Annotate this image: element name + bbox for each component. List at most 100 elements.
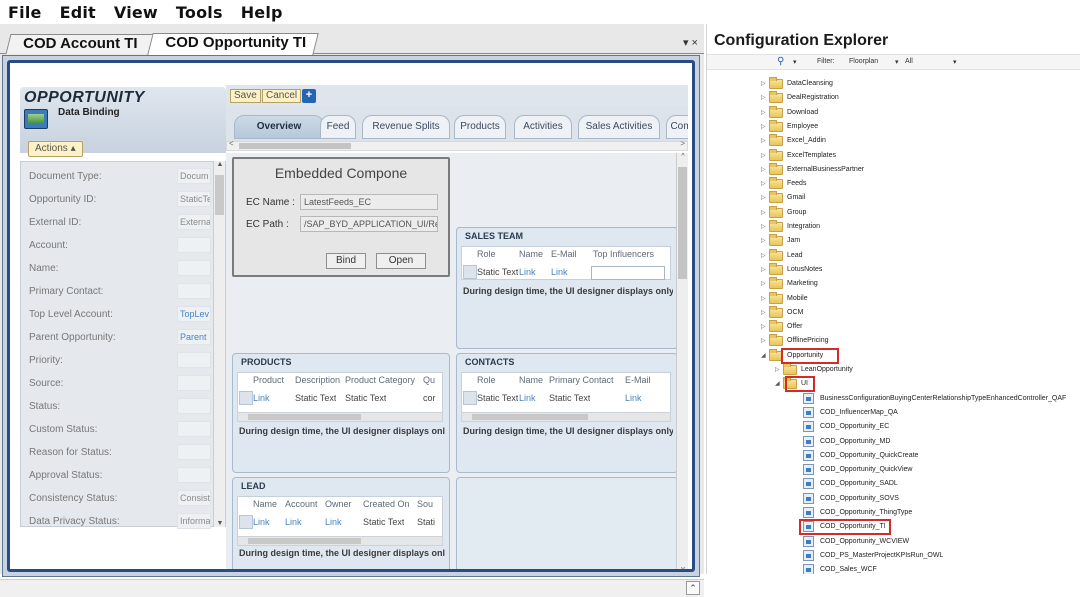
scroll-thumb[interactable]: [248, 414, 361, 420]
menu-edit[interactable]: Edit: [60, 3, 96, 22]
add-button[interactable]: +: [302, 89, 316, 103]
tree-file[interactable]: COD_Opportunity_ThingType: [803, 507, 912, 520]
tree-folder[interactable]: ▷ Lead: [761, 248, 803, 263]
column-header[interactable]: Account: [285, 499, 318, 513]
search-icon[interactable]: ⚲: [777, 56, 784, 67]
field-value[interactable]: [177, 237, 211, 253]
tree-folder[interactable]: ▷ Mobile: [761, 291, 808, 306]
menu-view[interactable]: View: [114, 3, 158, 22]
expand-right-icon[interactable]: ▷: [761, 192, 769, 204]
chevron-down-icon[interactable]: ▾: [895, 58, 899, 66]
scroll-thumb[interactable]: [472, 414, 588, 420]
cell-link[interactable]: Link: [625, 393, 642, 409]
actions-button[interactable]: Actions ▴: [28, 141, 83, 157]
expand-right-icon[interactable]: ▷: [761, 207, 769, 219]
row-selector[interactable]: [463, 391, 477, 405]
tab-sales-activities[interactable]: Sales Activities: [578, 115, 660, 139]
grid-scrollbar[interactable]: [237, 536, 443, 546]
ec-name-field[interactable]: LatestFeeds_EC: [300, 194, 438, 210]
tree-folder[interactable]: ▷ LeanOpportunity: [775, 363, 853, 377]
tree-folder[interactable]: ▷ Feeds: [761, 177, 806, 191]
field-value[interactable]: Externa: [177, 214, 211, 230]
data-binding-icon[interactable]: [24, 109, 48, 129]
tree-folder[interactable]: ▷ DealRegistration: [761, 91, 839, 105]
tab-feed[interactable]: Feed: [320, 115, 356, 139]
tab-cod-account-ti[interactable]: COD Account TI: [5, 34, 157, 54]
tree-folder[interactable]: ▷ LotusNotes: [761, 262, 822, 277]
expand-right-icon[interactable]: ▷: [761, 264, 769, 276]
filter-select[interactable]: Floorplan: [849, 58, 878, 65]
grid-scrollbar[interactable]: [237, 412, 443, 422]
menu-help[interactable]: Help: [241, 3, 283, 22]
tree-file[interactable]: COD_Opportunity_QuickCreate: [803, 449, 918, 463]
column-header[interactable]: Name: [519, 249, 543, 263]
field-value[interactable]: [177, 444, 211, 460]
column-header[interactable]: Product Category: [345, 375, 415, 389]
tree-folder[interactable]: ▷ Excel_Addin: [761, 134, 826, 148]
tree-folder[interactable]: ▷ Integration: [761, 220, 820, 234]
tab-com[interactable]: Com: [666, 115, 688, 139]
expand-right-icon[interactable]: ▷: [761, 121, 769, 133]
cell-link[interactable]: Link: [285, 517, 302, 533]
column-header[interactable]: Role: [477, 249, 496, 263]
field-value[interactable]: TopLev: [177, 306, 211, 322]
tree-folder[interactable]: ▷ Offer: [761, 320, 802, 334]
column-header[interactable]: Qu: [423, 375, 435, 389]
expand-right-icon[interactable]: ▷: [761, 78, 769, 90]
expand-right-icon[interactable]: ▷: [761, 250, 769, 262]
field-value[interactable]: [177, 283, 211, 299]
row-selector[interactable]: [239, 515, 253, 529]
expand-right-icon[interactable]: ▷: [775, 364, 783, 376]
tab-products[interactable]: Products: [454, 115, 506, 139]
field-value[interactable]: StaticTe: [177, 191, 211, 207]
tree-folder[interactable]: ▷ Jam: [761, 234, 800, 248]
expand-right-icon[interactable]: ▷: [761, 135, 769, 147]
expand-right-icon[interactable]: ▷: [761, 278, 769, 290]
tab-cod-opportunity-ti[interactable]: COD Opportunity TI: [147, 33, 319, 55]
field-value[interactable]: Parent: [177, 329, 211, 345]
tree-folder[interactable]: ▷ DataCleansing: [761, 77, 833, 91]
filter-all-select[interactable]: All: [905, 58, 913, 65]
scroll-thumb[interactable]: [248, 538, 361, 544]
save-button[interactable]: Save: [230, 89, 261, 103]
scroll-right-icon[interactable]: >: [680, 139, 685, 148]
cell-link[interactable]: Link: [253, 393, 270, 409]
tree-folder[interactable]: ▷ Gmail: [761, 191, 805, 205]
column-header[interactable]: Top Influencers: [593, 249, 654, 263]
ec-path-field[interactable]: /SAP_BYD_APPLICATION_UI/Reuse: [300, 216, 438, 232]
tab-overview[interactable]: Overview: [234, 115, 324, 139]
bottom-scrollbar[interactable]: ⌃: [0, 579, 704, 597]
tree-folder[interactable]: ▷ Group: [761, 205, 806, 220]
menu-file[interactable]: File: [8, 3, 42, 22]
tree-file[interactable]: COD_InfluencerMap_QA: [803, 406, 898, 420]
expand-right-icon[interactable]: ▷: [761, 293, 769, 305]
scroll-left-icon[interactable]: <: [229, 139, 234, 148]
field-value[interactable]: Informa: [177, 513, 211, 529]
tab-activities[interactable]: Activities: [514, 115, 572, 139]
scroll-thumb[interactable]: [239, 143, 351, 149]
row-selector[interactable]: [239, 391, 253, 405]
expand-right-icon[interactable]: ▷: [761, 321, 769, 333]
tree-folder[interactable]: ▷ OCM: [761, 305, 803, 320]
column-header[interactable]: Created On: [363, 499, 410, 513]
field-value[interactable]: [177, 467, 211, 483]
cell-link[interactable]: Link: [519, 267, 536, 283]
field-value[interactable]: [177, 398, 211, 414]
column-header[interactable]: Description: [295, 375, 340, 389]
cell-link[interactable]: Link: [253, 517, 270, 533]
expand-right-icon[interactable]: ▷: [761, 150, 769, 162]
top-influencers-input[interactable]: [591, 266, 665, 280]
cell-link[interactable]: Link: [551, 267, 568, 283]
tab-controls[interactable]: ▾ ×: [683, 36, 698, 49]
expand-right-icon[interactable]: ▷: [761, 164, 769, 176]
column-header[interactable]: Owner: [325, 499, 352, 513]
tree-file[interactable]: COD_Opportunity_WCVIEW: [803, 535, 909, 549]
field-value[interactable]: Consist: [177, 490, 211, 506]
field-value[interactable]: Docum: [177, 168, 211, 184]
chevron-down-icon[interactable]: ▾: [953, 58, 957, 66]
cancel-button[interactable]: Cancel: [262, 89, 302, 103]
tree-file[interactable]: BusinessConfigurationBuyingCenterRelatio…: [803, 392, 1066, 406]
column-header[interactable]: Role: [477, 375, 496, 389]
expand-down-icon[interactable]: ◢: [761, 350, 769, 362]
scroll-down-icon[interactable]: ▼: [214, 520, 226, 527]
